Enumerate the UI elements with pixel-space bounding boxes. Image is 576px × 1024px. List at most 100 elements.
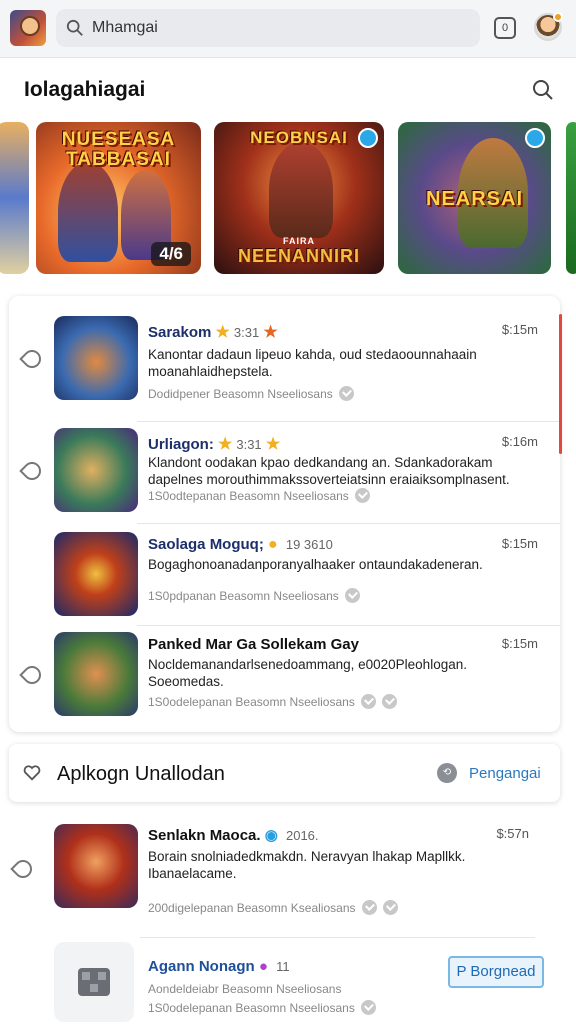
carousel-card[interactable]: NUESEASA TABBASAI 4/6 — [36, 122, 201, 274]
card-title: NEARSAI — [425, 188, 523, 210]
list-item[interactable]: Urliagon: ★ 3:31 ★ $:16m Klandont oodakan… — [9, 422, 560, 524]
card-title: NUESEASA TABBASAI — [61, 129, 176, 170]
app-thumbnail[interactable] — [54, 632, 138, 716]
star-icon: ★ — [218, 436, 233, 453]
favorite-toggle[interactable] — [19, 662, 45, 688]
app-name-text: Senlakn Maoca. — [148, 827, 261, 844]
app-meta: 1S0odtepanan Beasomn Nseeliosans — [148, 488, 370, 503]
avatar[interactable] — [534, 12, 563, 41]
app-description: Bogaghonoanadanporanyalhaaker ontaundaka… — [148, 557, 483, 572]
app-meta-text: 1S0odelepanan Beasomn Nseeliosans — [148, 1001, 355, 1015]
card-small-label: FAIRA — [283, 236, 315, 246]
star-icon: ★ — [265, 436, 281, 453]
app-meta-text: 200digelepanan Beasomn Ksealiosans — [148, 901, 356, 915]
carousel-edge-card-left[interactable] — [0, 122, 29, 274]
game-app-icon[interactable] — [10, 10, 46, 46]
favorite-toggle[interactable] — [10, 856, 36, 882]
favorite-toggle[interactable] — [19, 458, 45, 484]
app-title[interactable]: Agann Nonagn ● 11 — [148, 958, 290, 975]
app-title[interactable]: Senlakn Maoca. ◉ 2016. — [148, 826, 319, 844]
carousel-card[interactable]: NEOBNSAI FAIRA NEENANNIRI — [214, 122, 384, 274]
verified-icon: ◉ — [264, 827, 278, 844]
search-icon[interactable] — [532, 79, 554, 101]
star-icon: ★ — [263, 324, 278, 341]
check-icon — [354, 488, 370, 503]
app-description: Borain snolniadedkmakdn. Neravyan lhakap… — [148, 849, 466, 881]
app-name-text: Urliagon: — [148, 436, 214, 453]
list-item[interactable]: Senlakn Maoca. ◉ 2016. $:57n Borain snol… — [0, 810, 551, 938]
check-icon — [360, 694, 376, 709]
app-meta-text: 1S0pdpanan Beasomn Nseeliosans — [148, 589, 339, 603]
check-icon — [361, 900, 377, 915]
app-meta-text: Dodidpener Beasomn Nseeliosans — [148, 387, 333, 401]
app-meta-text: 1S0odelepanan Beasomn Nseeliosans — [148, 695, 355, 709]
app-title[interactable]: Saolaga Moguq; ● 19 3610 — [148, 536, 333, 554]
check-icon — [338, 386, 354, 401]
hero-figure — [269, 142, 333, 238]
app-title[interactable]: Sarakom ★ 3:31 ★ — [148, 322, 278, 342]
check-icon — [344, 588, 360, 603]
featured-carousel[interactable]: NUESEASA TABBASAI 4/6 NEOBNSAI FAIRA NEE… — [0, 122, 576, 276]
app-description: Klandont oodakan kpao dedkandang an. Sda… — [148, 455, 510, 487]
card-subtitle: NEENANNIRI — [237, 246, 360, 266]
list-item[interactable]: Panked Mar Ga Sollekam Gay $:15m Nocldem… — [9, 626, 560, 732]
app-meta: 1S0pdpanan Beasomn Nseeliosans — [148, 588, 360, 603]
app-list-secondary: Senlakn Maoca. ◉ 2016. $:57n Borain snol… — [0, 810, 576, 1024]
tabs-button[interactable]: 0 — [494, 17, 516, 39]
app-description: Nocldemanandarlsenedoammang, e0020Pleohl… — [148, 657, 467, 689]
app-rating: 19 3610 — [285, 537, 333, 552]
app-size: $:15m — [501, 636, 538, 651]
app-thumbnail[interactable] — [54, 316, 138, 400]
app-thumbnail[interactable] — [54, 942, 134, 1022]
app-meta: 1S0odelepanan Beasomn Nseeliosans — [148, 694, 397, 709]
app-list: Sarakom ★ 3:31 ★ $:15m Kanontar dadaun li… — [9, 296, 560, 732]
app-rating: 2016. — [285, 828, 319, 843]
hero-figure — [58, 162, 118, 262]
app-title[interactable]: Urliagon: ★ 3:31 ★ — [148, 434, 280, 454]
app-name-text: Panked Mar Ga Sollekam Gay — [148, 636, 359, 653]
scrollbar[interactable] — [559, 314, 562, 454]
favorite-toggle[interactable] — [19, 346, 45, 372]
section-banner[interactable]: Aplkogn Unallodan ⟲ Pengangai — [9, 744, 560, 802]
app-rating: 11 — [276, 959, 290, 974]
verified-icon — [525, 128, 545, 148]
check-icon — [360, 1000, 376, 1015]
page-title: Iolagahiagai — [24, 78, 146, 101]
card-title: NEOBNSAI — [250, 128, 348, 147]
check-icon — [382, 900, 398, 915]
carousel-card[interactable]: NEARSAI — [398, 122, 551, 274]
cube-icon — [78, 968, 110, 996]
app-title[interactable]: Panked Mar Ga Sollekam Gay — [148, 636, 359, 653]
refresh-icon[interactable]: ⟲ — [437, 763, 457, 783]
app-meta: 1S0odelepanan Beasomn Nseeliosans — [148, 1000, 376, 1015]
list-item[interactable]: Sarakom ★ 3:31 ★ $:15m Kanontar dadaun li… — [9, 296, 560, 422]
app-name-text: Agann Nonagn — [148, 958, 255, 975]
banner-label: Aplkogn Unallodan — [57, 763, 225, 785]
heart-icon[interactable] — [23, 764, 41, 782]
open-button[interactable]: P Borgnead — [448, 956, 544, 988]
carousel-edge-card-right[interactable] — [566, 122, 576, 274]
card-badge: 4/6 — [151, 242, 191, 266]
list-item[interactable]: Saolaga Moguq; ● 19 3610 $:15m Bogaghono… — [9, 524, 560, 626]
app-rating: 3:31 — [233, 325, 260, 340]
app-meta: Dodidpener Beasomn Nseeliosans — [148, 386, 354, 401]
app-thumbnail[interactable] — [54, 824, 138, 908]
search-input[interactable]: Mhamgai — [56, 9, 480, 47]
app-size: $:15m — [501, 322, 538, 337]
star-icon: ● — [268, 536, 278, 553]
app-thumbnail[interactable] — [54, 532, 138, 616]
app-thumbnail[interactable] — [54, 428, 138, 512]
notification-dot — [553, 12, 563, 22]
app-rating: 3:31 — [236, 437, 262, 452]
check-icon — [381, 694, 397, 709]
app-meta-text: 1S0odtepanan Beasomn Nseeliosans — [148, 489, 349, 503]
app-meta: 200digelepanan Beasomn Ksealiosans — [148, 900, 398, 915]
app-name-text: Saolaga Moguq; — [148, 536, 264, 553]
app-description: Aondeldeiabr Beasomn Nseeliosans — [148, 982, 342, 996]
banner-action-link[interactable]: Pengangai — [469, 765, 541, 782]
search-icon — [66, 19, 83, 36]
app-size: $:15m — [501, 536, 538, 551]
app-size: $:57n — [496, 826, 529, 841]
star-icon: ★ — [215, 324, 230, 341]
app-description: Kanontar dadaun lipeuo kahda, oud stedao… — [148, 347, 477, 379]
